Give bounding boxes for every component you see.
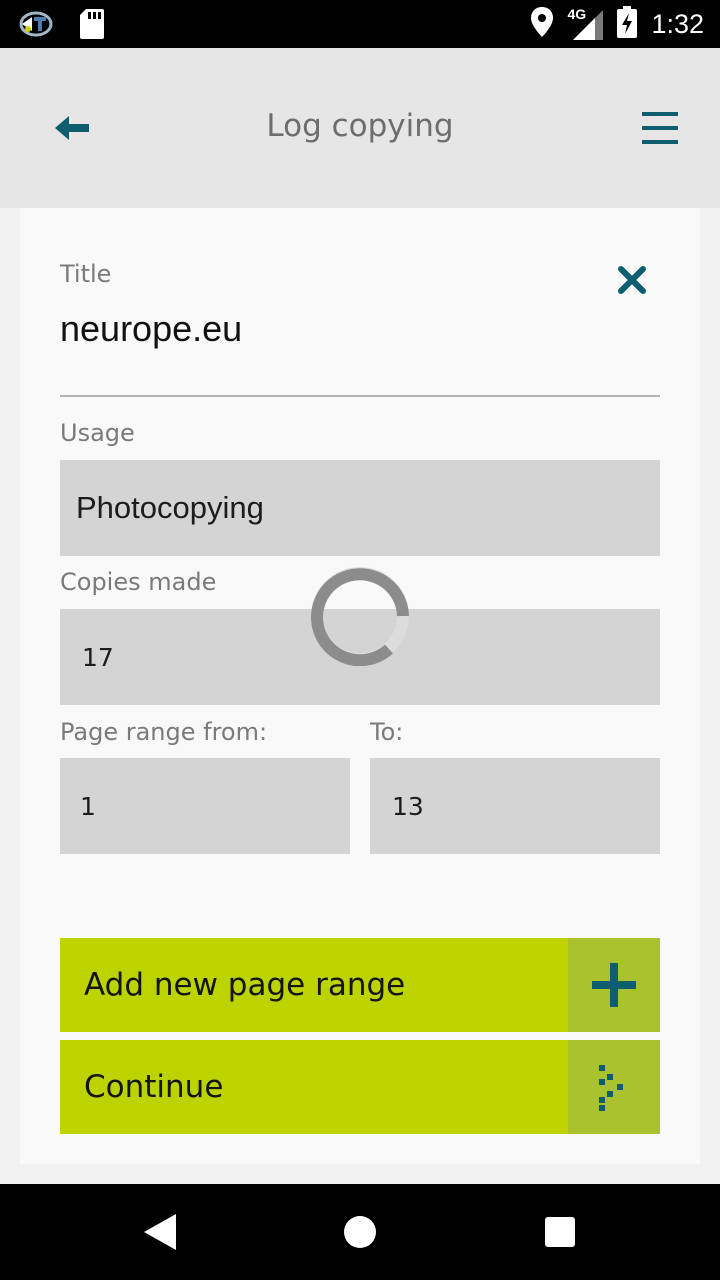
range-to-label: To: (370, 718, 404, 746)
copies-value: 17 (82, 642, 114, 672)
nav-home-button[interactable] (340, 1212, 380, 1252)
clear-title-button[interactable] (614, 262, 650, 298)
app-header: Log copying (0, 48, 720, 208)
add-page-range-button[interactable]: Add new page range (60, 938, 660, 1032)
nav-home-icon (344, 1216, 376, 1248)
range-from-value: 1 (80, 791, 96, 821)
copies-label: Copies made (60, 568, 217, 596)
clock: 1:32 (651, 8, 704, 39)
range-to-value: 13 (392, 791, 424, 821)
usage-label: Usage (60, 419, 135, 447)
battery-charging-icon (617, 6, 638, 42)
loading-spinner-icon (311, 567, 409, 666)
range-to-input[interactable]: 13 (370, 758, 660, 854)
hamburger-menu-icon (642, 112, 678, 144)
add-page-range-label: Add new page range (84, 967, 406, 1003)
range-from-label: Page range from: (60, 718, 268, 746)
nav-back-icon (144, 1214, 176, 1250)
usage-select[interactable]: Photocopying (60, 460, 660, 556)
add-icon-box (568, 938, 660, 1032)
menu-button[interactable] (638, 106, 684, 150)
continue-button[interactable]: Continue (60, 1040, 660, 1134)
location-icon (531, 7, 554, 41)
sd-card-icon (80, 9, 104, 43)
network-type-label: 4G (567, 6, 587, 22)
system-nav-bar (0, 1184, 720, 1280)
nav-recents-icon (545, 1217, 575, 1247)
signal-icon: 4G (567, 6, 604, 40)
plus-icon (592, 963, 636, 1007)
usage-value: Photocopying (76, 490, 264, 525)
log-form-card: Title neurope.eu Usage Photocopying Copi… (20, 208, 700, 1164)
status-bar: 4G 1:32 (0, 0, 720, 48)
nav-back-button[interactable] (140, 1212, 180, 1252)
close-icon (618, 266, 646, 294)
range-from-input[interactable]: 1 (60, 758, 350, 854)
nav-recents-button[interactable] (540, 1212, 580, 1252)
title-value: neurope.eu (60, 308, 243, 349)
app-notification-icon (18, 9, 54, 43)
continue-icon-box (568, 1040, 660, 1134)
page-title: Log copying (266, 108, 454, 144)
dotted-arrow-icon (599, 1065, 623, 1111)
title-label: Title (60, 260, 112, 288)
divider (60, 395, 660, 397)
continue-label: Continue (84, 1069, 224, 1105)
